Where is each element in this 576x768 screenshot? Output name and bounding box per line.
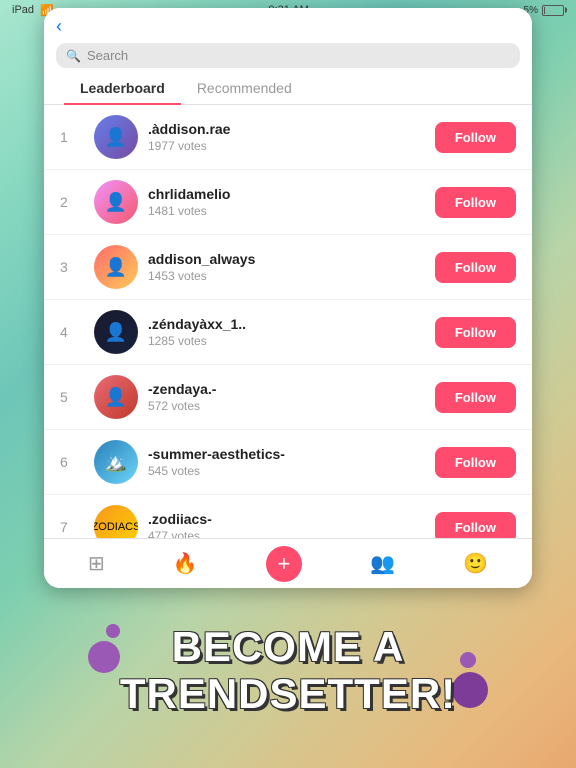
rank-6: 6 <box>60 454 84 470</box>
votes-6: 545 votes <box>148 464 435 478</box>
votes-1: 1977 votes <box>148 139 435 153</box>
user-info-7: .zodiiacs- 477 votes <box>148 511 435 538</box>
back-button[interactable]: ‹ <box>56 16 62 37</box>
list-item: 5 👤 -zendaya.- 572 votes Follow <box>44 365 532 430</box>
trendsetter-headline: BECOME A TRENDSETTER! <box>120 624 456 716</box>
avatar-6: 🏔️ <box>94 440 138 484</box>
user-info-2: chrlidamelio 1481 votes <box>148 186 435 218</box>
follow-button-6[interactable]: Follow <box>435 447 516 478</box>
follow-button-7[interactable]: Follow <box>435 512 516 539</box>
follow-button-3[interactable]: Follow <box>435 252 516 283</box>
avatar-1: 👤 <box>94 115 138 159</box>
people-icon[interactable]: 👥 <box>370 551 395 576</box>
follow-button-5[interactable]: Follow <box>435 382 516 413</box>
votes-4: 1285 votes <box>148 334 435 348</box>
ipad-screen: ‹ 🔍 Search Leaderboard Recommended 1 👤 .… <box>44 8 532 588</box>
user-info-3: addison_always 1453 votes <box>148 251 435 283</box>
rank-1: 1 <box>60 129 84 145</box>
list-item: 4 👤 .zéndayàxx_1.. 1285 votes Follow <box>44 300 532 365</box>
smile-icon[interactable]: 🙂 <box>463 551 488 576</box>
leaderboard-list: 1 👤 .àddison.rae 1977 votes Follow 2 👤 c… <box>44 105 532 538</box>
follow-button-4[interactable]: Follow <box>435 317 516 348</box>
bottom-text-area: BECOME A TRENDSETTER! <box>0 593 576 768</box>
avatar-4: 👤 <box>94 310 138 354</box>
back-row: ‹ <box>56 16 520 37</box>
search-bar[interactable]: 🔍 Search <box>56 43 520 68</box>
rank-7: 7 <box>60 519 84 535</box>
list-item: 2 👤 chrlidamelio 1481 votes Follow <box>44 170 532 235</box>
user-info-1: .àddison.rae 1977 votes <box>148 121 435 153</box>
username-3: addison_always <box>148 251 435 267</box>
votes-3: 1453 votes <box>148 269 435 283</box>
votes-2: 1481 votes <box>148 204 435 218</box>
votes-5: 572 votes <box>148 399 435 413</box>
username-5: -zendaya.- <box>148 381 435 397</box>
add-icon[interactable]: + <box>266 546 302 582</box>
top-nav: ‹ 🔍 Search <box>44 8 532 72</box>
device-label: iPad <box>12 4 34 16</box>
battery-icon <box>542 5 564 16</box>
username-6: -summer-aesthetics- <box>148 446 435 462</box>
rank-4: 4 <box>60 324 84 340</box>
tab-row: Leaderboard Recommended <box>44 72 532 105</box>
username-7: .zodiiacs- <box>148 511 435 527</box>
home-icon[interactable]: ⊞ <box>88 551 105 576</box>
follow-button-1[interactable]: Follow <box>435 122 516 153</box>
rank-3: 3 <box>60 259 84 275</box>
username-2: chrlidamelio <box>148 186 435 202</box>
list-item: 3 👤 addison_always 1453 votes Follow <box>44 235 532 300</box>
votes-7: 477 votes <box>148 529 435 538</box>
headline-line1: BECOME A <box>120 624 456 670</box>
search-icon: 🔍 <box>66 49 81 63</box>
avatar-2: 👤 <box>94 180 138 224</box>
avatar-7: ZODIACS <box>94 505 138 538</box>
rank-2: 2 <box>60 194 84 210</box>
username-4: .zéndayàxx_1.. <box>148 316 435 332</box>
bottom-nav: ⊞ 🔥 + 👥 🙂 <box>44 538 532 588</box>
user-info-6: -summer-aesthetics- 545 votes <box>148 446 435 478</box>
username-1: .àddison.rae <box>148 121 435 137</box>
status-right: 5% <box>524 5 564 16</box>
headline-line2: TRENDSETTER! <box>120 671 456 717</box>
list-item: 1 👤 .àddison.rae 1977 votes Follow <box>44 105 532 170</box>
user-info-5: -zendaya.- 572 votes <box>148 381 435 413</box>
flame-icon[interactable]: 🔥 <box>173 551 198 576</box>
avatar-3: 👤 <box>94 245 138 289</box>
avatar-5: 👤 <box>94 375 138 419</box>
rank-5: 5 <box>60 389 84 405</box>
user-info-4: .zéndayàxx_1.. 1285 votes <box>148 316 435 348</box>
tab-recommended[interactable]: Recommended <box>181 72 308 104</box>
list-item: 6 🏔️ -summer-aesthetics- 545 votes Follo… <box>44 430 532 495</box>
list-item: 7 ZODIACS .zodiiacs- 477 votes Follow <box>44 495 532 538</box>
follow-button-2[interactable]: Follow <box>435 187 516 218</box>
tab-leaderboard[interactable]: Leaderboard <box>64 72 181 104</box>
search-placeholder: Search <box>87 48 128 63</box>
